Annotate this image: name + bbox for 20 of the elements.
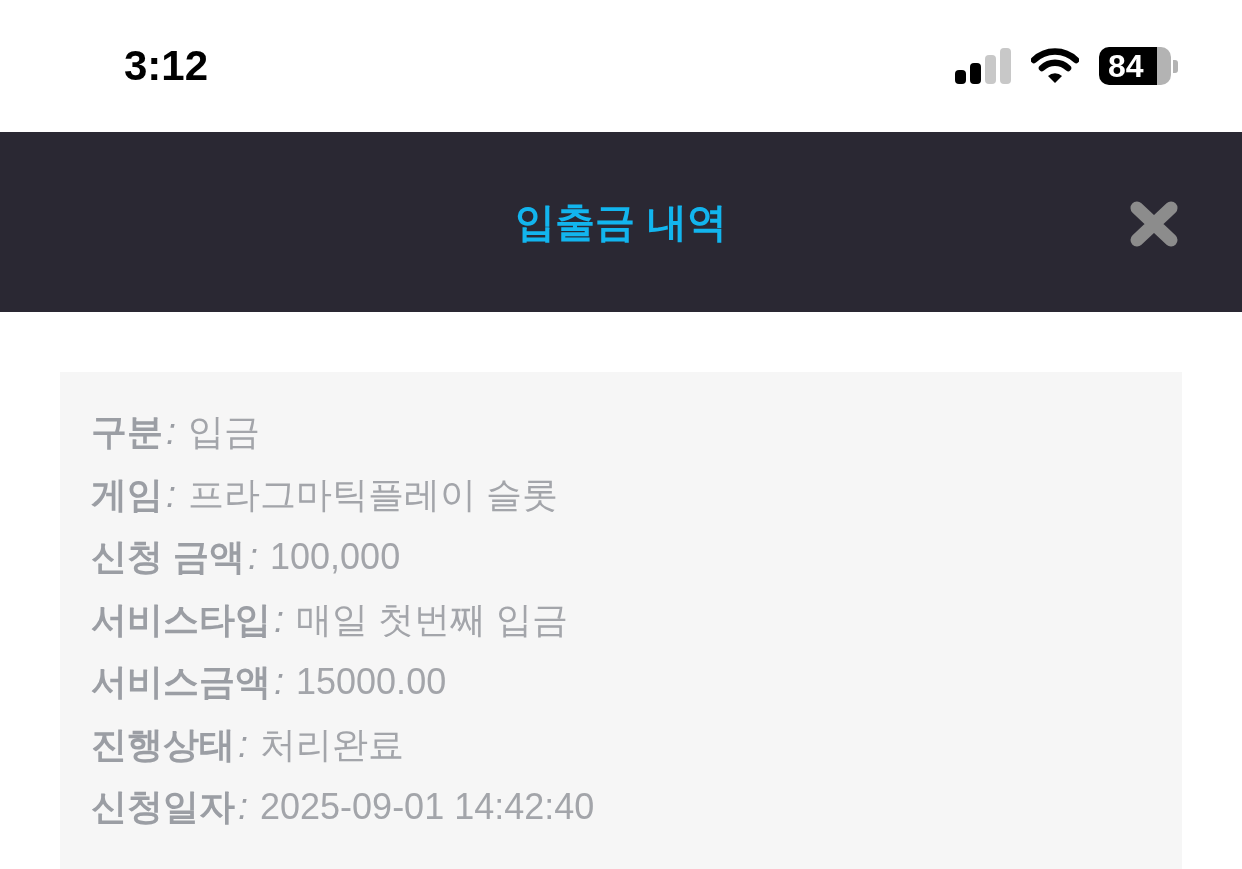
detail-label: 신청일자:	[91, 789, 248, 826]
detail-label: 구분:	[91, 414, 176, 451]
detail-value: 프라그마틱플레이 슬롯	[188, 476, 559, 513]
detail-value: 처리완료	[260, 726, 404, 763]
detail-label: 신청 금액:	[91, 539, 259, 576]
detail-label: 서비스금액:	[91, 664, 284, 701]
status-time: 3:12	[124, 45, 209, 87]
detail-label: 진행상태:	[91, 726, 248, 763]
detail-label: 서비스타입:	[91, 601, 284, 638]
detail-value: 15000.00	[296, 664, 447, 701]
detail-value: 매일 첫번째 입금	[296, 601, 569, 638]
wifi-icon	[1031, 48, 1079, 84]
page-title: 입출금 내역	[515, 202, 727, 242]
detail-value: 100,000	[270, 539, 401, 576]
battery-percentage: 84	[1108, 50, 1144, 82]
signal-icon	[955, 48, 1011, 84]
detail-value: 2025-09-01 14:42:40	[260, 789, 595, 826]
close-icon	[1130, 201, 1178, 247]
detail-value: 입금	[188, 414, 260, 451]
detail-label: 게임:	[91, 476, 176, 513]
